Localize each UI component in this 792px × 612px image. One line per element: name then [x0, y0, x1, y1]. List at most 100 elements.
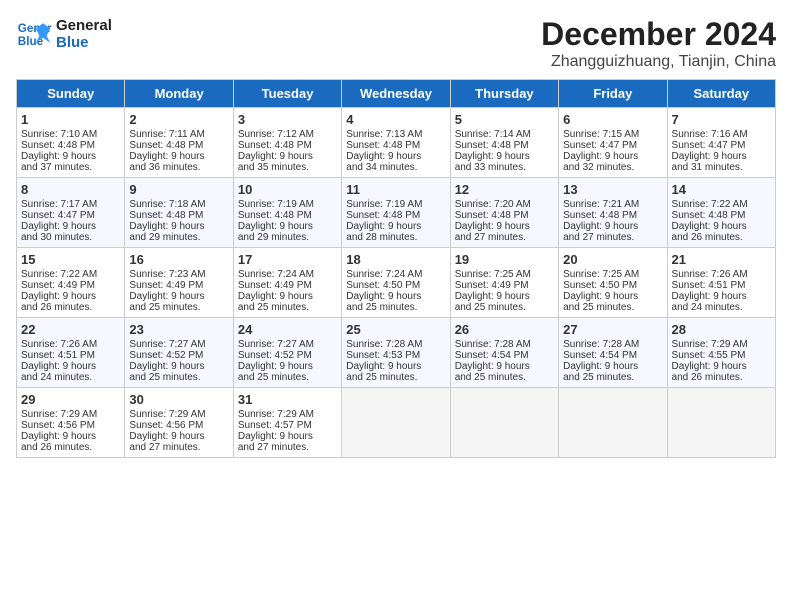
day-info: and 32 minutes.: [563, 162, 662, 173]
day-info: Sunset: 4:57 PM: [238, 420, 337, 431]
day-info: Sunrise: 7:25 AM: [455, 269, 554, 280]
day-number: 4: [346, 112, 445, 127]
calendar-cell: 23Sunrise: 7:27 AMSunset: 4:52 PMDayligh…: [125, 318, 233, 388]
day-info: and 25 minutes.: [238, 302, 337, 313]
day-info: and 29 minutes.: [129, 232, 228, 243]
day-info: Sunrise: 7:22 AM: [21, 269, 120, 280]
day-info: and 27 minutes.: [129, 442, 228, 453]
day-info: Sunset: 4:48 PM: [455, 210, 554, 221]
day-info: Sunrise: 7:19 AM: [346, 199, 445, 210]
week-row-5: 29Sunrise: 7:29 AMSunset: 4:56 PMDayligh…: [17, 388, 776, 458]
calendar-cell: 30Sunrise: 7:29 AMSunset: 4:56 PMDayligh…: [125, 388, 233, 458]
day-number: 1: [21, 112, 120, 127]
day-info: Daylight: 9 hours: [129, 151, 228, 162]
day-info: Sunset: 4:53 PM: [346, 350, 445, 361]
day-number: 24: [238, 322, 337, 337]
week-row-3: 15Sunrise: 7:22 AMSunset: 4:49 PMDayligh…: [17, 248, 776, 318]
calendar-cell: 1Sunrise: 7:10 AMSunset: 4:48 PMDaylight…: [17, 108, 125, 178]
day-info: Daylight: 9 hours: [238, 431, 337, 442]
logo-blue: Blue: [56, 34, 112, 51]
day-info: Sunrise: 7:23 AM: [129, 269, 228, 280]
day-info: and 34 minutes.: [346, 162, 445, 173]
day-info: Sunrise: 7:13 AM: [346, 129, 445, 140]
day-info: Sunset: 4:48 PM: [563, 210, 662, 221]
day-info: Sunset: 4:47 PM: [563, 140, 662, 151]
day-info: Sunrise: 7:28 AM: [455, 339, 554, 350]
day-info: Sunrise: 7:29 AM: [672, 339, 771, 350]
day-number: 26: [455, 322, 554, 337]
day-info: Sunset: 4:48 PM: [129, 210, 228, 221]
calendar-cell: 11Sunrise: 7:19 AMSunset: 4:48 PMDayligh…: [342, 178, 450, 248]
day-info: Sunset: 4:52 PM: [238, 350, 337, 361]
day-info: Sunrise: 7:26 AM: [21, 339, 120, 350]
day-info: Daylight: 9 hours: [238, 221, 337, 232]
day-info: Sunrise: 7:11 AM: [129, 129, 228, 140]
day-info: Daylight: 9 hours: [672, 151, 771, 162]
day-info: and 31 minutes.: [672, 162, 771, 173]
calendar-cell: 25Sunrise: 7:28 AMSunset: 4:53 PMDayligh…: [342, 318, 450, 388]
day-info: Sunset: 4:48 PM: [238, 140, 337, 151]
day-info: Daylight: 9 hours: [672, 221, 771, 232]
day-info: Daylight: 9 hours: [455, 291, 554, 302]
day-info: Daylight: 9 hours: [346, 291, 445, 302]
day-info: Sunset: 4:47 PM: [21, 210, 120, 221]
day-info: Sunrise: 7:29 AM: [129, 409, 228, 420]
day-info: Sunrise: 7:12 AM: [238, 129, 337, 140]
day-number: 20: [563, 252, 662, 267]
day-info: and 24 minutes.: [21, 372, 120, 383]
day-number: 10: [238, 182, 337, 197]
calendar-cell: [342, 388, 450, 458]
week-row-1: 1Sunrise: 7:10 AMSunset: 4:48 PMDaylight…: [17, 108, 776, 178]
day-info: Sunset: 4:47 PM: [672, 140, 771, 151]
day-info: Sunrise: 7:29 AM: [238, 409, 337, 420]
day-number: 14: [672, 182, 771, 197]
calendar-cell: 18Sunrise: 7:24 AMSunset: 4:50 PMDayligh…: [342, 248, 450, 318]
day-number: 8: [21, 182, 120, 197]
day-info: Daylight: 9 hours: [129, 291, 228, 302]
day-info: and 26 minutes.: [21, 302, 120, 313]
calendar-cell: 4Sunrise: 7:13 AMSunset: 4:48 PMDaylight…: [342, 108, 450, 178]
day-number: 13: [563, 182, 662, 197]
day-number: 16: [129, 252, 228, 267]
day-info: Sunset: 4:49 PM: [455, 280, 554, 291]
day-info: Daylight: 9 hours: [21, 431, 120, 442]
day-info: and 25 minutes.: [129, 372, 228, 383]
day-info: Daylight: 9 hours: [346, 361, 445, 372]
calendar-cell: 22Sunrise: 7:26 AMSunset: 4:51 PMDayligh…: [17, 318, 125, 388]
day-info: Sunset: 4:48 PM: [238, 210, 337, 221]
header-row: SundayMondayTuesdayWednesdayThursdayFrid…: [17, 80, 776, 108]
day-number: 30: [129, 392, 228, 407]
day-info: and 30 minutes.: [21, 232, 120, 243]
day-info: Daylight: 9 hours: [238, 291, 337, 302]
calendar-cell: 20Sunrise: 7:25 AMSunset: 4:50 PMDayligh…: [559, 248, 667, 318]
header-day-sunday: Sunday: [17, 80, 125, 108]
day-number: 28: [672, 322, 771, 337]
day-info: and 28 minutes.: [346, 232, 445, 243]
day-info: Sunrise: 7:25 AM: [563, 269, 662, 280]
day-info: Sunrise: 7:18 AM: [129, 199, 228, 210]
header-day-thursday: Thursday: [450, 80, 558, 108]
day-info: Sunset: 4:49 PM: [129, 280, 228, 291]
calendar-cell: 16 Sunrise: 7:23 AMSunset: 4:49 PMDayligh…: [125, 248, 233, 318]
logo-icon: General Blue: [16, 16, 52, 52]
day-info: Daylight: 9 hours: [129, 361, 228, 372]
calendar-cell: 27Sunrise: 7:28 AMSunset: 4:54 PMDayligh…: [559, 318, 667, 388]
day-info: and 35 minutes.: [238, 162, 337, 173]
day-info: Daylight: 9 hours: [563, 151, 662, 162]
day-info: and 27 minutes.: [563, 232, 662, 243]
day-info: Sunrise: 7:22 AM: [672, 199, 771, 210]
day-number: 7: [672, 112, 771, 127]
day-info: Sunset: 4:49 PM: [238, 280, 337, 291]
location-title: Zhangguizhuang, Tianjin, China: [541, 53, 776, 71]
day-info: Daylight: 9 hours: [455, 221, 554, 232]
calendar-cell: 21Sunrise: 7:26 AMSunset: 4:51 PMDayligh…: [667, 248, 775, 318]
day-info: and 25 minutes.: [563, 372, 662, 383]
day-info: Daylight: 9 hours: [672, 361, 771, 372]
day-info: Daylight: 9 hours: [129, 431, 228, 442]
day-info: and 26 minutes.: [21, 442, 120, 453]
day-info: Sunset: 4:48 PM: [129, 140, 228, 151]
calendar-cell: 26Sunrise: 7:28 AMSunset: 4:54 PMDayligh…: [450, 318, 558, 388]
calendar-cell: 2Sunrise: 7:11 AMSunset: 4:48 PMDaylight…: [125, 108, 233, 178]
calendar-cell: 28Sunrise: 7:29 AMSunset: 4:55 PMDayligh…: [667, 318, 775, 388]
day-info: and 25 minutes.: [238, 372, 337, 383]
